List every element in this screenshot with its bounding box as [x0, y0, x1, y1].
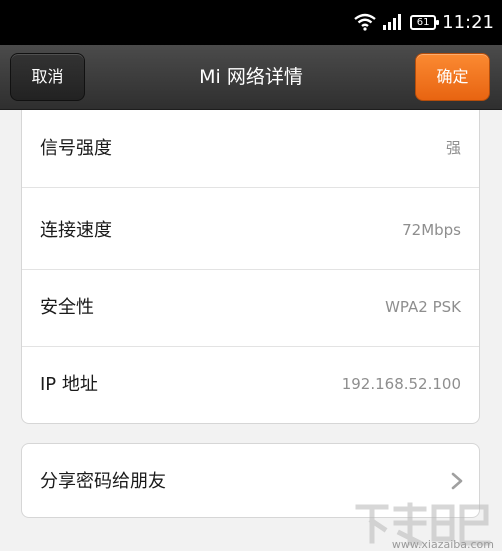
detail-label: IP 地址 [40, 374, 98, 395]
detail-row-ip-address: IP 地址 192.168.52.100 [22, 346, 479, 423]
network-details-card: 信号强度 强 连接速度 72Mbps 安全性 WPA2 PSK IP 地址 19… [21, 110, 480, 424]
cancel-button[interactable]: 取消 [10, 53, 85, 101]
status-time: 11:21 [442, 11, 494, 33]
detail-label: 安全性 [40, 297, 94, 318]
detail-value: 强 [445, 139, 461, 157]
detail-value: 72Mbps [402, 221, 461, 239]
detail-value: 192.168.52.100 [341, 375, 461, 393]
signal-icon [383, 14, 402, 30]
battery-icon: 61 [410, 14, 440, 30]
detail-row-security: 安全性 WPA2 PSK [22, 269, 479, 347]
battery-level: 61 [416, 16, 430, 28]
watermark-url: www.xiazaiba.com [391, 538, 494, 551]
confirm-button[interactable]: 确定 [415, 53, 490, 101]
detail-label: 连接速度 [40, 220, 112, 241]
detail-row-link-speed: 连接速度 72Mbps [22, 192, 479, 270]
share-password-label: 分享密码给朋友 [40, 471, 166, 492]
status-icons: 61 11:21 [354, 10, 494, 34]
detail-value: WPA2 PSK [385, 298, 461, 316]
chevron-right-icon [451, 472, 463, 490]
detail-label: 信号强度 [40, 138, 112, 159]
wifi-icon [354, 13, 376, 31]
status-bar: 61 11:21 [0, 0, 502, 45]
detail-row-signal-strength: 信号强度 强 [22, 110, 479, 188]
